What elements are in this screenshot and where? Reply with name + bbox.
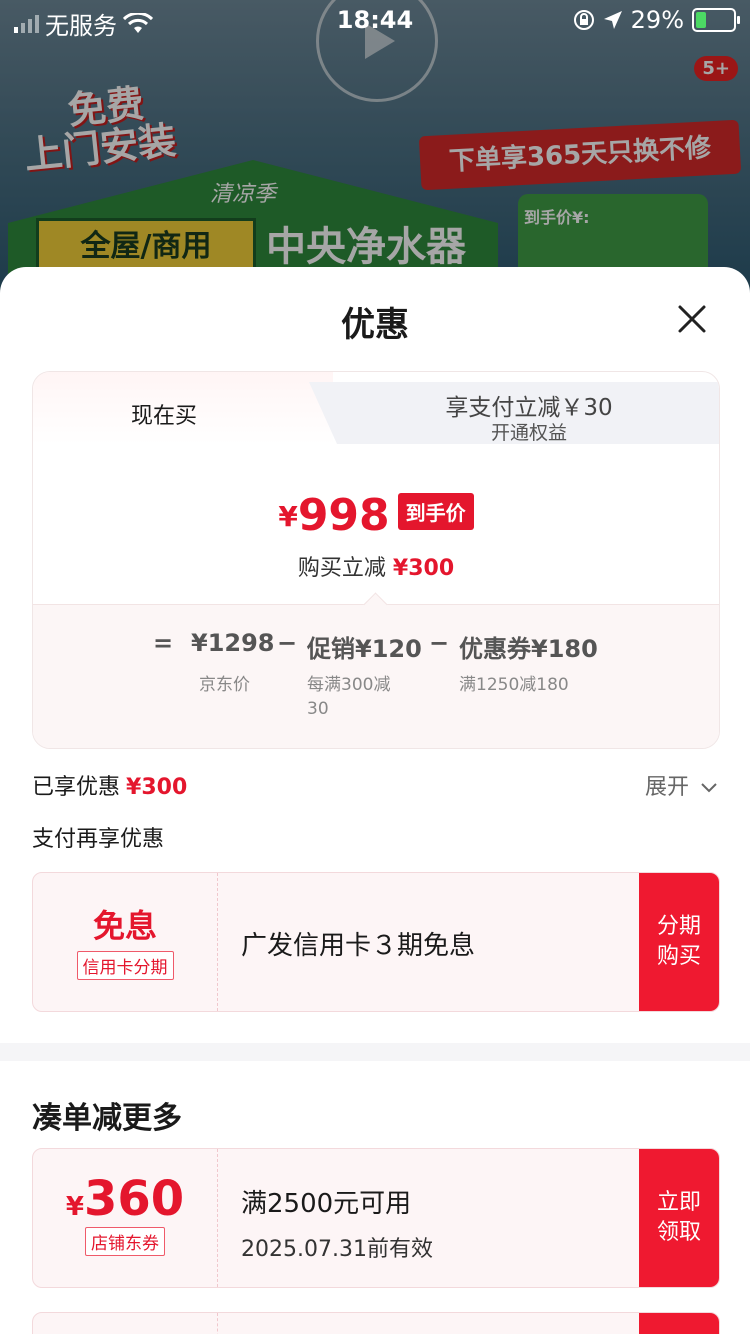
expand-button[interactable]: 展开: [645, 769, 718, 801]
enjoyed-value: ¥300: [126, 775, 188, 800]
tab-pay-subtitle: 开通权益: [490, 422, 567, 444]
installment-left: 免息 信用卡分期: [33, 873, 218, 1011]
installment-buy-label: 分期购买: [656, 914, 701, 969]
shop-coupon-left: ¥360 店铺东券: [33, 1149, 218, 1287]
instant-reduction-value: ¥300: [392, 556, 455, 581]
product-banner-background: 免费 上门安装 5+ 下单享365天只换不修 清凉季 全屋/商用 中央净水器 到…: [0, 0, 750, 300]
currency-symbol: ¥: [278, 500, 298, 533]
minus-sign: −: [429, 629, 450, 657]
installment-buy-button[interactable]: 分期购买: [639, 873, 719, 1011]
claim-coupon-button[interactable]: 立即领取: [639, 1149, 719, 1287]
shop-coupon-amount-value: 360: [83, 1171, 185, 1227]
status-bar: 无服务 18:44 29%: [0, 0, 750, 42]
shop-coupon-amount: ¥360: [33, 1171, 217, 1227]
expand-label: 展开: [644, 775, 689, 800]
final-price-tag: 到手价: [397, 493, 474, 530]
rotation-lock-icon: [573, 10, 594, 30]
final-price-value: 998: [297, 490, 390, 541]
minus-sign: −: [277, 629, 298, 657]
instant-reduction: 购买立减 ¥300: [33, 550, 719, 582]
installment-tag: 信用卡分期: [76, 951, 174, 980]
sheet-title: 优惠: [341, 305, 409, 345]
jd-price-label: 京东价: [199, 675, 250, 695]
chevron-down-icon: [701, 783, 717, 793]
promo-desc: 每满300减30: [307, 675, 391, 719]
installment-desc: 广发信用卡３期免息: [241, 931, 476, 961]
pay-more-heading: 支付再享优惠: [32, 827, 165, 852]
location-icon: [603, 11, 622, 29]
shop-coupon-condition: 满2500元可用: [241, 1189, 412, 1219]
equals-sign: =: [153, 629, 174, 657]
battery-icon: [692, 8, 740, 32]
close-icon[interactable]: [674, 301, 710, 337]
discount-sheet: 优惠 现在买 享支付立减￥30 开通权益 ¥998 到手价 购买立减 ¥300 =…: [0, 267, 750, 1334]
installment-title: 免息: [92, 907, 157, 945]
modal-overlay[interactable]: [0, 0, 750, 300]
shop-coupon-tag: 店铺东券: [85, 1227, 165, 1256]
shop-coupon-card: ¥360 店铺东券 满2500元可用 2025.07.31前有效 立即领取: [32, 1148, 720, 1288]
status-right: 29%: [573, 6, 740, 34]
enjoyed-discount: 已享优惠 ¥300: [32, 769, 187, 801]
price-card: 现在买 享支付立减￥30 开通权益 ¥998 到手价 购买立减 ¥300 = ¥1…: [32, 371, 720, 749]
installment-card: 免息 信用卡分期 广发信用卡３期免息 分期购买: [32, 872, 720, 1012]
section-divider: [0, 1043, 750, 1061]
coupon-desc: 满1250减180: [459, 675, 569, 695]
tab-buy-now[interactable]: 现在买: [33, 372, 333, 444]
final-price: ¥998 到手价: [33, 490, 719, 541]
shop-coupon-expiry: 2025.07.31前有效: [241, 1237, 433, 1262]
next-coupon-card: [32, 1312, 720, 1334]
tab-pay-title: 享支付立减￥30: [445, 395, 613, 421]
promo-value: 促销¥120: [307, 635, 422, 663]
claim-coupon-label: 立即领取: [656, 1190, 701, 1245]
next-coupon-left: [33, 1313, 218, 1334]
more-discount-heading: 凑单减更多: [32, 1101, 182, 1136]
tab-pay-discount[interactable]: 享支付立减￥30 开通权益: [309, 382, 719, 444]
enjoyed-label: 已享优惠: [32, 775, 121, 800]
next-coupon-button[interactable]: [639, 1313, 719, 1334]
coupon-value: 优惠券¥180: [459, 635, 598, 663]
instant-reduction-label: 购买立减: [297, 556, 386, 581]
price-breakdown: = ¥1298 京东价 − 促销¥120 每满300减30 − 优惠券¥180 …: [33, 604, 719, 748]
battery-percent: 29%: [630, 6, 684, 34]
shop-coupon-currency: ¥: [65, 1192, 84, 1222]
tab-buy-now-label: 现在买: [131, 404, 198, 429]
jd-price-value: ¥1298: [191, 629, 275, 657]
